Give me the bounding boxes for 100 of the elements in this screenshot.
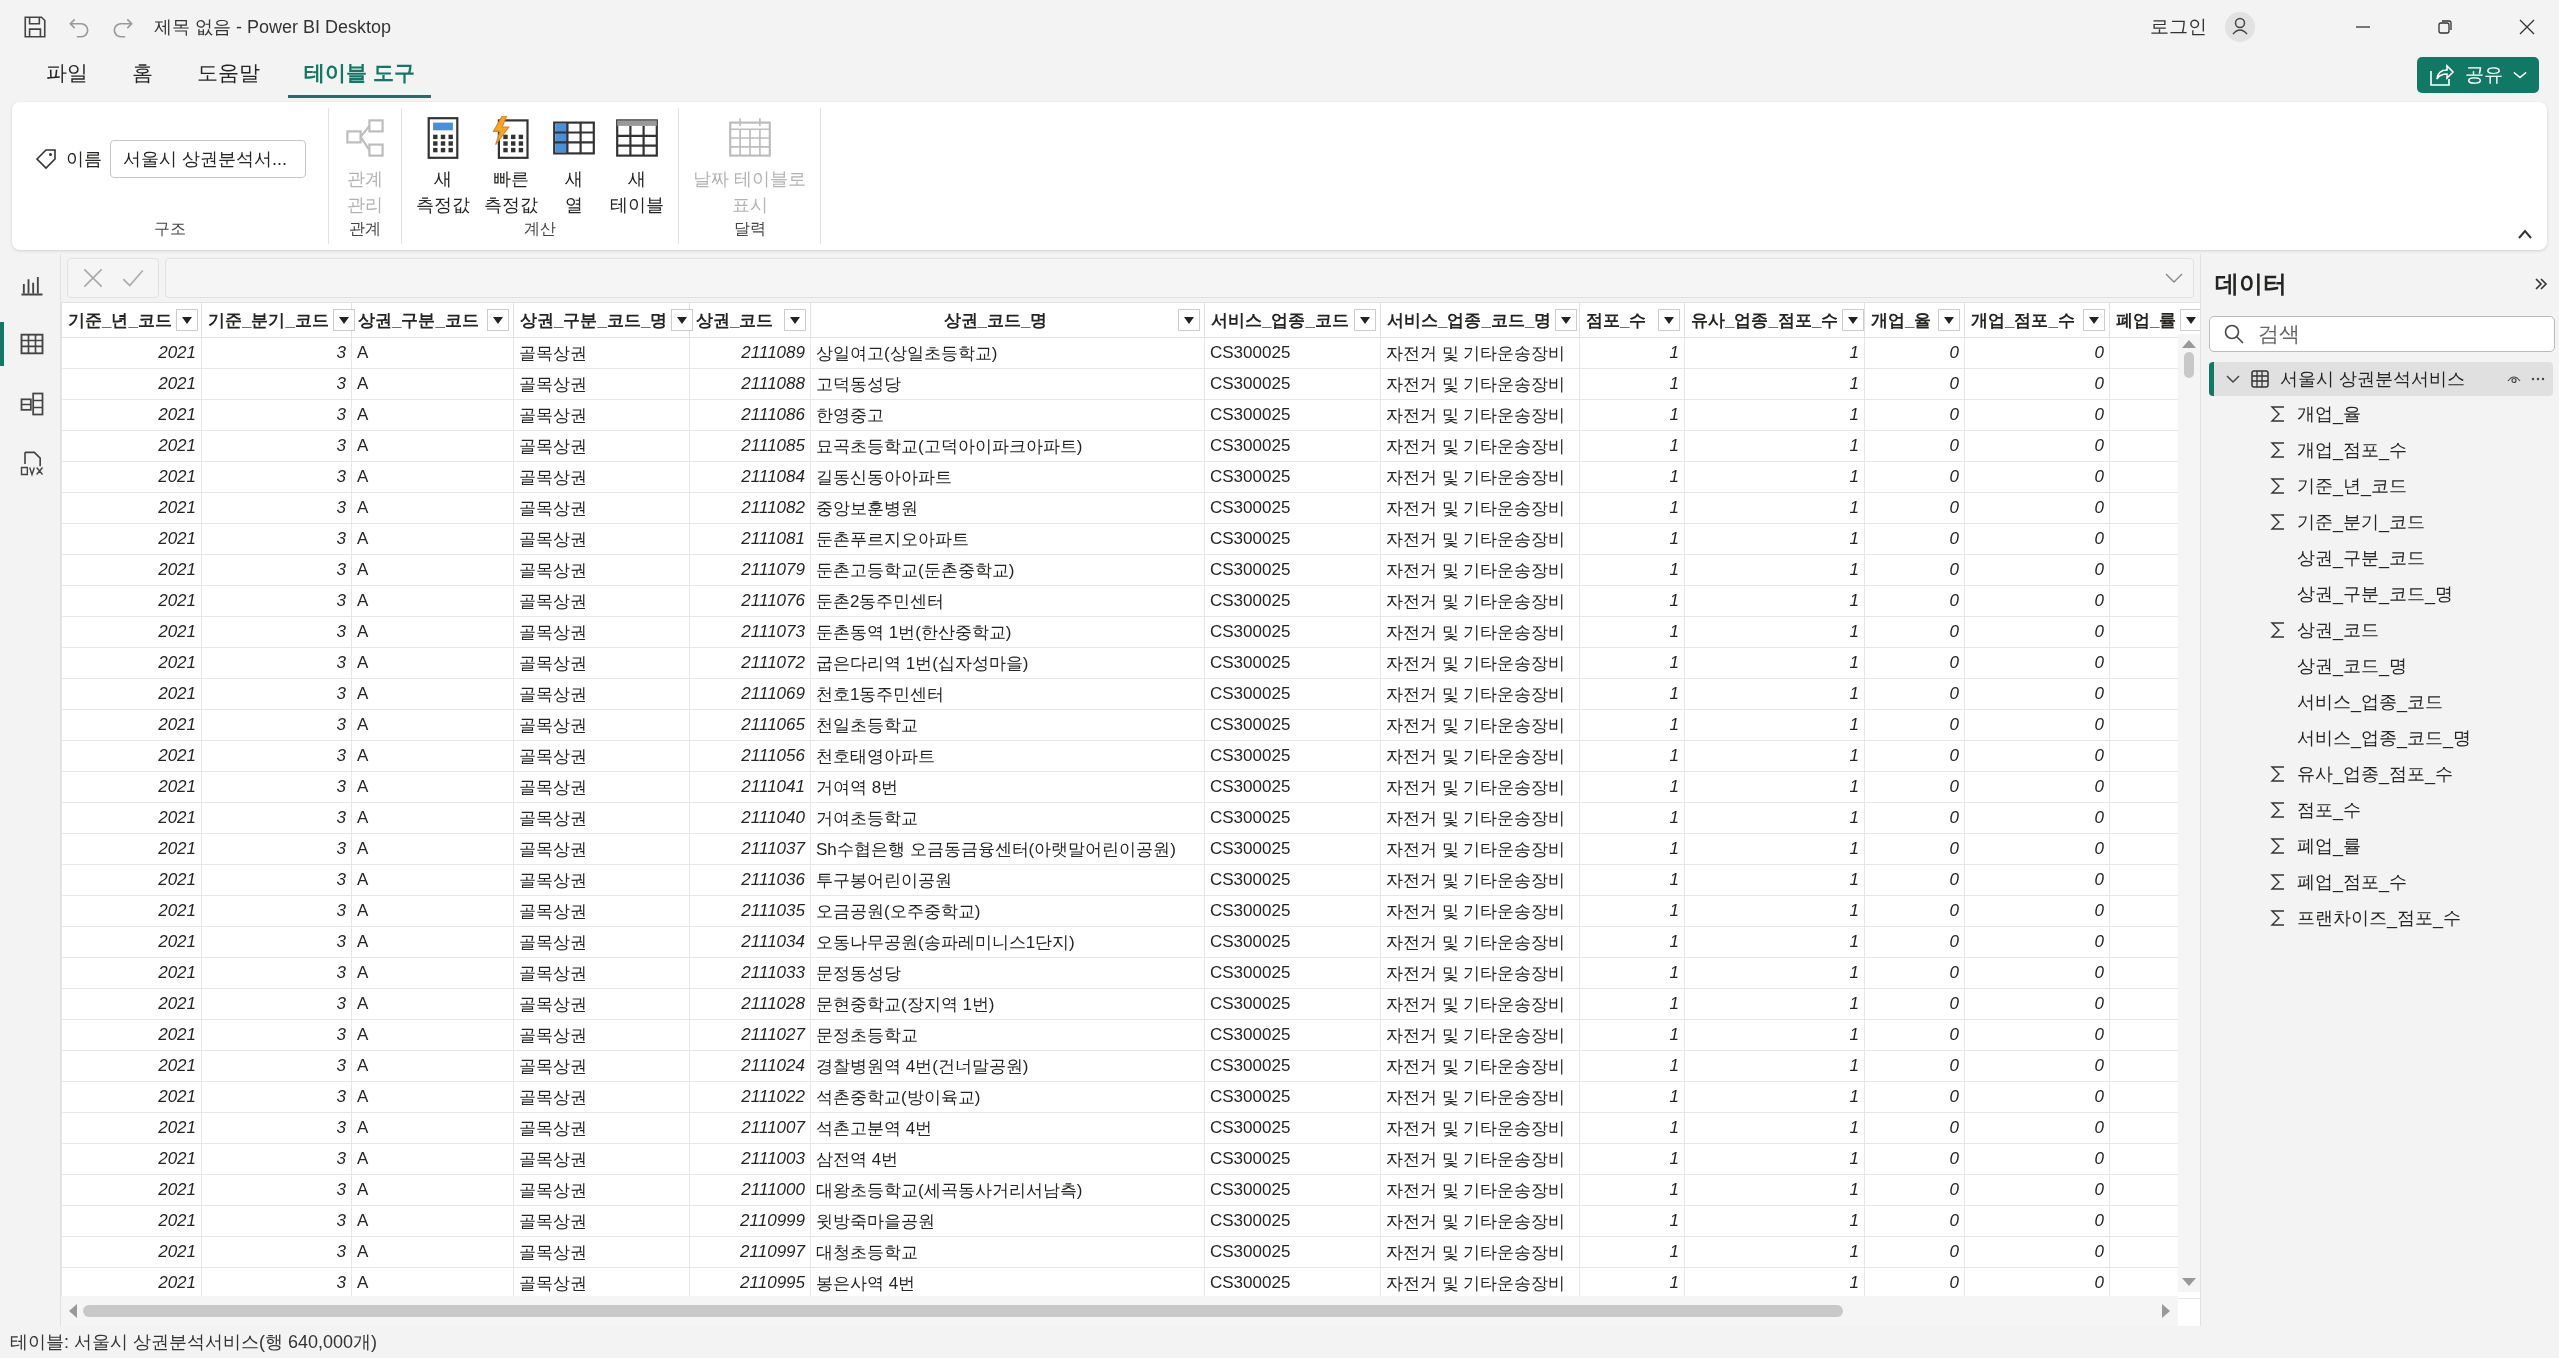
column-header[interactable]: 상권_구분_코드: [351, 302, 514, 338]
scroll-left-icon[interactable]: [67, 1304, 77, 1318]
column-header[interactable]: 서비스_업종_코드_명: [1380, 302, 1580, 338]
table-cell: A: [351, 1236, 514, 1268]
table-cell: 골목상권: [513, 1236, 690, 1268]
search-field[interactable]: 검색: [2209, 316, 2555, 352]
table-name-field[interactable]: 서울시 상권분석서...: [110, 140, 306, 178]
ribbon-tab[interactable]: 도움말: [181, 52, 276, 98]
horizontal-scrollbar[interactable]: [61, 1296, 2178, 1326]
filter-dropdown-button[interactable]: [1938, 309, 1960, 331]
formula-field[interactable]: [165, 258, 2194, 298]
table-cell: 3: [201, 585, 352, 617]
table-cell: 0: [1964, 554, 2110, 586]
field-item[interactable]: 상권_구분_코드_명: [2297, 582, 2454, 606]
chevron-icon[interactable]: [2226, 374, 2240, 384]
table-cell: 0: [1864, 957, 1965, 989]
field-item[interactable]: 폐업_률: [2297, 834, 2361, 858]
chevron-down-icon[interactable]: [2165, 272, 2183, 284]
table-cell: 1: [1684, 461, 1865, 493]
column-header[interactable]: 개업_점포_수: [1964, 302, 2110, 338]
table-cell: 2110997: [689, 1236, 811, 1268]
field-item[interactable]: 유사_업종_점포_수: [2297, 762, 2454, 786]
filter-dropdown-button[interactable]: [1658, 309, 1680, 331]
filter-dropdown-button[interactable]: [1555, 309, 1578, 331]
save-icon[interactable]: [22, 14, 48, 40]
column-header[interactable]: 기준_분기_코드: [201, 302, 352, 338]
ribbon-button[interactable]: 새 열: [548, 116, 600, 219]
table-cell: 1: [1579, 802, 1685, 834]
field-item[interactable]: 상권_구분_코드: [2297, 546, 2426, 570]
column-header[interactable]: 기준_년_코드: [61, 302, 202, 338]
filter-dropdown-button[interactable]: [1354, 309, 1376, 331]
field-item[interactable]: 개업_점포_수: [2297, 438, 2408, 462]
table-cell: 3: [201, 678, 352, 710]
scrollbar-thumb[interactable]: [83, 1305, 1843, 1317]
filter-dropdown-button[interactable]: [2180, 309, 2200, 331]
field-item[interactable]: 상권_코드: [2297, 618, 2379, 642]
column-header[interactable]: 폐업_률: [2109, 302, 2200, 338]
collapse-ribbon-icon[interactable]: [2517, 228, 2533, 240]
field-item[interactable]: 개업_율: [2297, 402, 2361, 426]
filter-dropdown-button[interactable]: [671, 309, 694, 331]
caret-down-icon: [1664, 316, 1674, 324]
column-header[interactable]: 개업_율: [1864, 302, 1965, 338]
field-item[interactable]: 기준_분기_코드: [2297, 510, 2426, 534]
filter-dropdown-button[interactable]: [175, 309, 198, 331]
filter-dropdown-button[interactable]: [487, 309, 509, 331]
scroll-right-icon[interactable]: [2162, 1304, 2172, 1318]
table-cell: CS300025: [1204, 616, 1381, 648]
vertical-scrollbar[interactable]: [2178, 334, 2200, 1292]
table-cell: CS300025: [1204, 492, 1381, 524]
filter-dropdown-button[interactable]: [1842, 309, 1865, 331]
table-cell: 0: [1964, 988, 2110, 1020]
search-icon: [2223, 323, 2245, 345]
filter-dropdown-button[interactable]: [332, 309, 355, 331]
scroll-down-icon[interactable]: [2182, 1278, 2196, 1288]
field-item[interactable]: 서비스_업종_코드: [2297, 690, 2444, 714]
table-cell: 0: [1964, 1143, 2110, 1175]
ribbon-tab[interactable]: 홈: [116, 52, 169, 98]
expand-pane-icon[interactable]: [2533, 276, 2549, 292]
scrollbar-thumb[interactable]: [2184, 352, 2194, 378]
field-item[interactable]: 프랜차이즈_점포_수: [2297, 906, 2462, 930]
field-item[interactable]: 폐업_점포_수: [2297, 870, 2408, 894]
field-item[interactable]: 점포_수: [2297, 798, 2361, 822]
filter-dropdown-button[interactable]: [1178, 309, 1200, 331]
ribbon-tab[interactable]: 파일: [30, 52, 104, 98]
table-cell: 대청초등학교: [810, 1236, 1205, 1268]
table-cell: 1: [1684, 1019, 1865, 1051]
column-header[interactable]: 서비스_업종_코드: [1204, 302, 1381, 338]
ribbon-button[interactable]: 새 측정값: [412, 116, 474, 219]
table-cell: 골목상권: [513, 554, 690, 586]
table-cell: 2021: [61, 399, 202, 431]
ribbon-button[interactable]: 새 테이블: [606, 116, 668, 219]
table-cell: A: [351, 802, 514, 834]
table-cell: 1: [1684, 1205, 1865, 1237]
table-cell: 자전거 및 기타운송장비: [1380, 337, 1580, 369]
table-cell: 2021: [61, 740, 202, 772]
ribbon-tab[interactable]: 테이블 도구: [288, 52, 431, 98]
share-button[interactable]: 공유: [2417, 57, 2539, 93]
column-header[interactable]: 점포_수: [1579, 302, 1685, 338]
column-header[interactable]: 상권_코드: [689, 302, 811, 338]
table-tree-item[interactable]: 서울시 상권분석서비스: [2209, 362, 2553, 396]
table-cell: 1: [1579, 895, 1685, 927]
filter-dropdown-button[interactable]: [784, 309, 806, 331]
filter-dropdown-button[interactable]: [2083, 309, 2105, 331]
field-item[interactable]: 서비스_업종_코드_명: [2297, 726, 2472, 750]
table-cell: 0: [1964, 1050, 2110, 1082]
column-header[interactable]: 유사_업종_점포_수: [1684, 302, 1865, 338]
table-cell: 2021: [61, 585, 202, 617]
table-cell: CS300025: [1204, 1143, 1381, 1175]
table-cell: 거여역 8번: [810, 771, 1205, 803]
table-cell: 둔촌동역 1번(한산중학교): [810, 616, 1205, 648]
ribbon-button[interactable]: 빠른 측정값: [480, 116, 542, 219]
field-item[interactable]: 기준_년_코드: [2297, 474, 2408, 498]
table-cell: CS300025: [1204, 337, 1381, 369]
table-cell: 3: [201, 709, 352, 741]
column-header[interactable]: 상권_구분_코드_명: [513, 302, 690, 338]
column-header[interactable]: 상권_코드_명: [810, 302, 1205, 338]
table-cell: 1: [1684, 1174, 1865, 1206]
table-cell: 1: [1684, 678, 1865, 710]
field-item[interactable]: 상권_코드_명: [2297, 654, 2408, 678]
sign-in-link[interactable]: 로그인: [2150, 14, 2207, 40]
